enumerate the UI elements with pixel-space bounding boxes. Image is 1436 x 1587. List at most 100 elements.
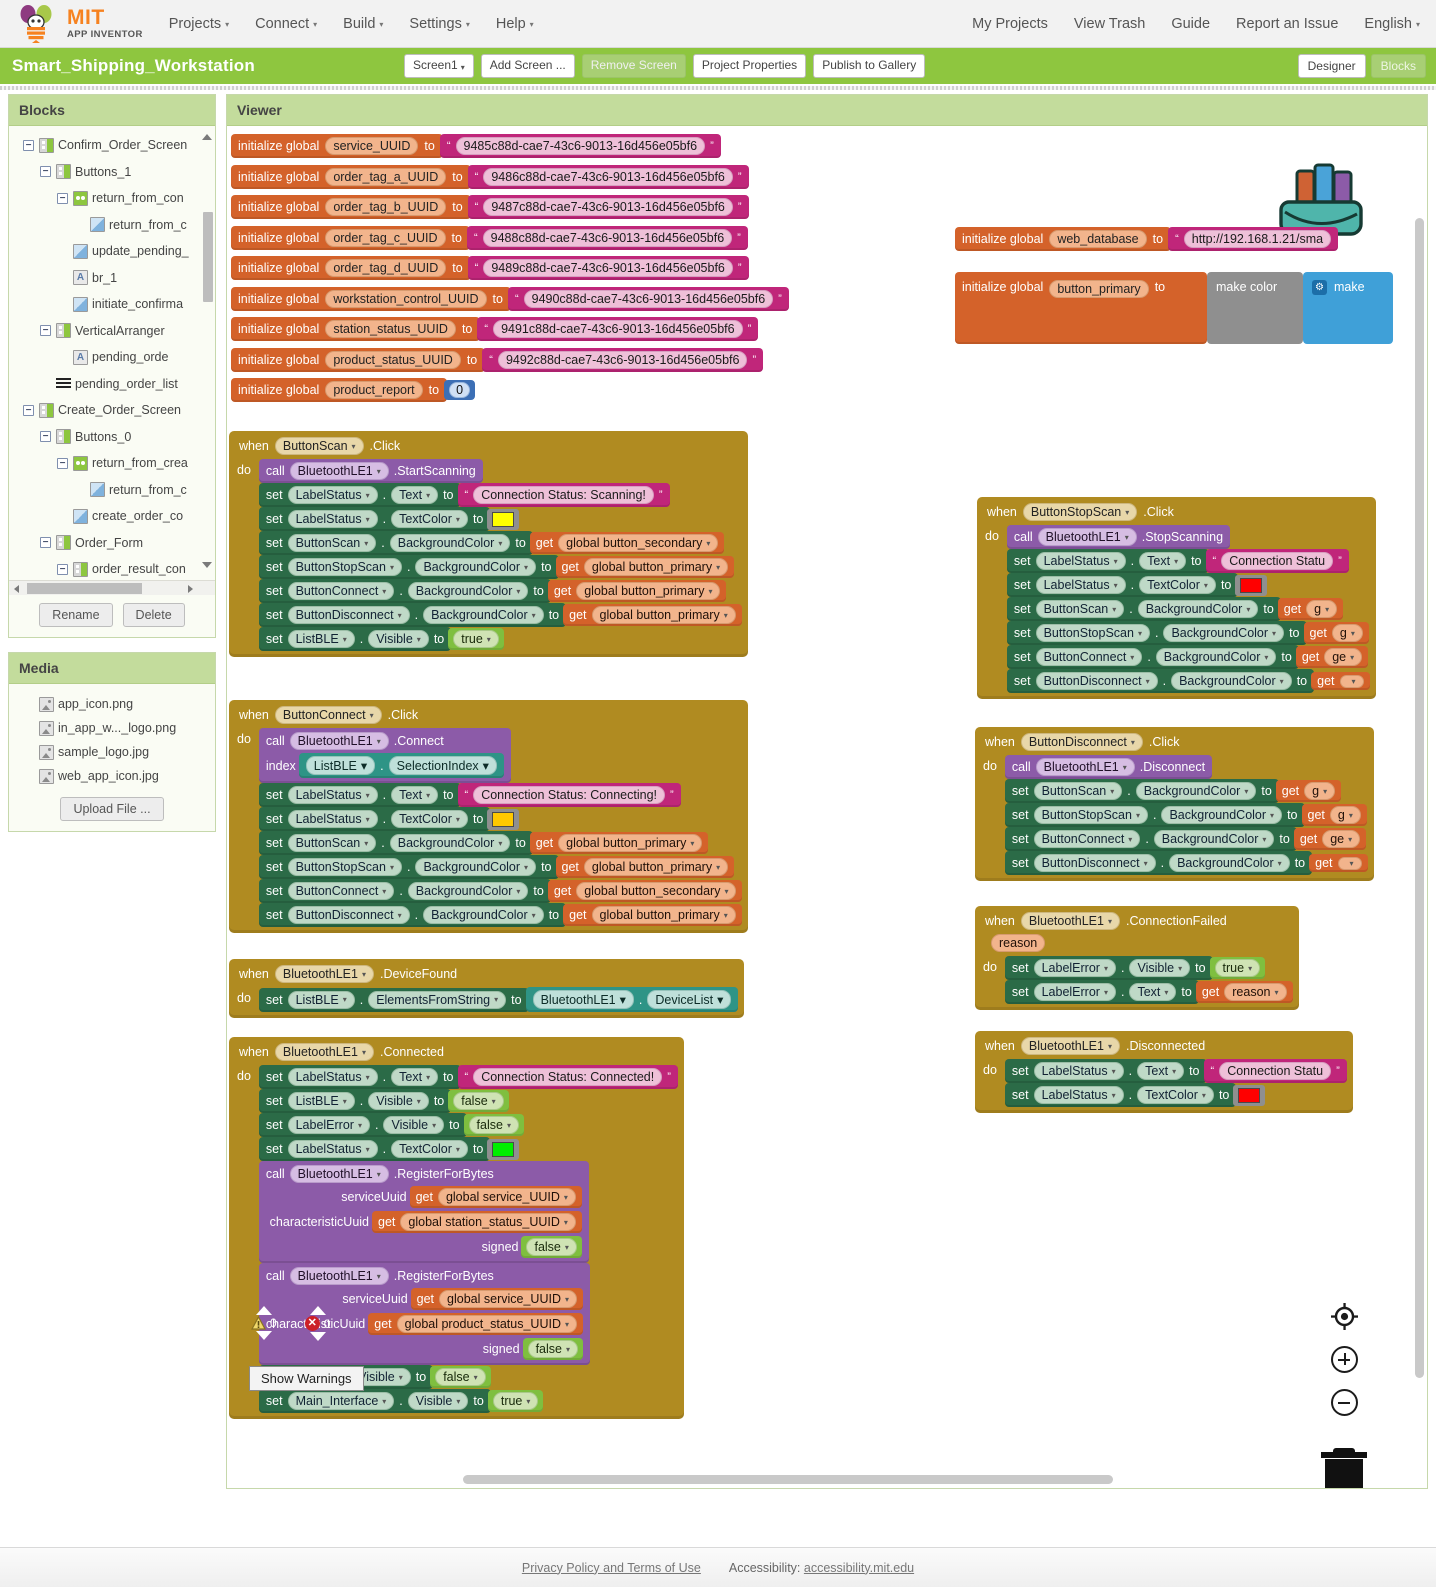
component-field[interactable]: LabelStatus ▾ xyxy=(287,1068,378,1086)
link-my-projects[interactable]: My Projects xyxy=(972,16,1048,32)
variable-name-field[interactable]: product_report xyxy=(325,381,423,399)
tree-hscroll-thumb[interactable] xyxy=(27,583,142,594)
tree-node[interactable]: − Buttons_1 xyxy=(9,159,215,186)
when-buttonconnect-click-block[interactable]: when ButtonConnect ▾ .Click do call BluetoothL… xyxy=(229,700,749,933)
tree-scroll-thumb[interactable] xyxy=(203,212,213,302)
boolean-field[interactable]: false ▾ xyxy=(527,1340,578,1358)
call-block[interactable]: call BluetoothLE1 ▾ .Connect index ListBLE ▾. S… xyxy=(258,728,511,783)
boolean-field[interactable]: true ▾ xyxy=(1214,959,1261,977)
tree-node[interactable]: − Buttons_0 xyxy=(9,424,215,451)
component-field[interactable]: BluetoothLE1 ▾ xyxy=(289,1165,389,1183)
component-field[interactable]: ButtonStopScan ▾ xyxy=(1035,624,1150,642)
menu-projects[interactable]: Projects ▾ xyxy=(169,16,229,32)
set-block[interactable]: set ButtonConnect ▾. BackgroundColor ▾ to xyxy=(258,879,551,903)
menu-build[interactable]: Build ▾ xyxy=(343,16,383,32)
property-field[interactable]: Text ▾ xyxy=(391,786,439,804)
property-field[interactable]: TextColor ▾ xyxy=(391,1140,468,1158)
scroll-down-icon[interactable] xyxy=(255,1331,272,1340)
set-block[interactable]: set ButtonScan ▾. BackgroundColor ▾ to xyxy=(258,531,533,555)
when-connected-block[interactable]: when BluetoothLE1 ▾ .Connected do set LabelSta… xyxy=(229,1037,684,1419)
property-field[interactable]: Visible ▾ xyxy=(383,1116,445,1134)
set-block[interactable]: set LabelStatus ▾. TextColor ▾ to xyxy=(1006,573,1239,597)
tree-node[interactable]: − VerticalArranger xyxy=(9,318,215,345)
component-field[interactable]: ButtonConnect ▾ xyxy=(274,706,382,724)
get-block[interactable]: get global service_UUID ▾ xyxy=(410,1288,583,1310)
color-swatch[interactable] xyxy=(1238,1087,1261,1103)
variable-field[interactable]: g ▾ xyxy=(1331,624,1363,642)
when-buttonstopscan-click-block[interactable]: when ButtonStopScan ▾ .Click do call Bluetooth… xyxy=(977,497,1376,699)
logic-block[interactable]: false ▾ xyxy=(463,1114,524,1136)
tree-node[interactable]: − return_from_con xyxy=(9,185,215,212)
property-field[interactable]: TextColor ▾ xyxy=(391,810,468,828)
property-field[interactable]: BackgroundColor ▾ xyxy=(423,606,544,624)
component-field[interactable]: LabelStatus ▾ xyxy=(287,1140,378,1158)
property-field[interactable]: BackgroundColor ▾ xyxy=(1155,648,1277,666)
variable-field[interactable]: global button_primary ▾ xyxy=(583,558,729,576)
component-field[interactable]: ButtonScan ▾ xyxy=(287,834,377,852)
initialize-global-block[interactable]: initialize global product_status_UUID to xyxy=(231,347,486,372)
variable-field[interactable]: ▾ xyxy=(1337,856,1362,870)
variable-name-field[interactable]: workstation_control_UUID xyxy=(325,289,487,308)
variable-name-field[interactable]: web_database xyxy=(1049,230,1147,248)
tree-node[interactable]: return_from_c xyxy=(9,212,215,239)
when-buttondisconnect-click-block[interactable]: when ButtonDisconnect ▾ .Click do call Bluetoo… xyxy=(975,727,1374,881)
set-block[interactable]: set ButtonDisconnect ▾. BackgroundColor ▾ to xyxy=(258,903,567,927)
boolean-field[interactable]: false ▾ xyxy=(468,1116,519,1134)
scroll-down-icon[interactable] xyxy=(202,562,212,568)
zoom-in-button[interactable] xyxy=(1331,1346,1358,1373)
tree-collapse-toggle[interactable]: − xyxy=(57,457,68,469)
get-block[interactable]: get ge ▾ xyxy=(1295,646,1369,668)
component-field[interactable]: ButtonConnect ▾ xyxy=(287,882,395,900)
set-block[interactable]: set ButtonScan ▾. BackgroundColor ▾ to xyxy=(1004,779,1279,803)
get-block[interactable]: get g ▾ xyxy=(1277,598,1344,620)
component-field[interactable]: ButtonConnect ▾ xyxy=(287,582,395,600)
component-field[interactable]: BluetoothLE1 ▾ xyxy=(532,990,634,1009)
property-field[interactable]: BackgroundColor ▾ xyxy=(1153,830,1275,848)
property-field[interactable]: ElementsFromString ▾ xyxy=(368,990,507,1009)
property-field[interactable]: BackgroundColor ▾ xyxy=(389,834,511,852)
component-field[interactable]: LabelError ▾ xyxy=(287,1116,370,1134)
component-field[interactable]: ListBLE ▾ xyxy=(287,1092,355,1110)
tree-node[interactable]: − Create_Order_Screen xyxy=(9,397,215,424)
accessibility-link[interactable]: accessibility.mit.edu xyxy=(804,1561,914,1575)
variable-field[interactable]: global button_primary ▾ xyxy=(576,582,721,600)
component-field[interactable]: ButtonStopScan ▾ xyxy=(287,858,402,876)
set-block[interactable]: set LabelStatus ▾. TextColor ▾ to xyxy=(1004,1083,1237,1107)
variable-field[interactable]: global button_primary ▾ xyxy=(591,906,736,924)
get-block[interactable]: get ▾ xyxy=(1311,672,1370,690)
get-block[interactable]: get reason ▾ xyxy=(1195,981,1293,1003)
component-field[interactable]: LabelStatus ▾ xyxy=(287,486,378,504)
property-field[interactable]: TextColor ▾ xyxy=(1137,1086,1214,1104)
component-field[interactable]: ButtonConnect ▾ xyxy=(1033,830,1141,848)
tree-collapse-toggle[interactable]: − xyxy=(40,537,51,549)
tree-node[interactable]: return_from_c xyxy=(9,477,215,504)
tree-collapse-toggle[interactable]: − xyxy=(57,192,68,204)
add-screen-button[interactable]: Add Screen ... xyxy=(480,54,575,78)
get-block[interactable]: get g ▾ xyxy=(1275,780,1342,802)
set-block[interactable]: set ButtonConnect ▾. BackgroundColor ▾ to xyxy=(1006,645,1299,669)
variable-name-field[interactable]: order_tag_c_UUID xyxy=(325,228,446,247)
set-block[interactable]: set LabelStatus ▾. Text ▾ to xyxy=(258,1065,461,1089)
language-selector[interactable]: English ▾ xyxy=(1364,16,1420,32)
component-field[interactable]: Main_Interface ▾ xyxy=(287,1392,395,1410)
variable-field[interactable]: g ▾ xyxy=(1306,600,1338,618)
make-color-block[interactable]: make color xyxy=(1207,272,1303,344)
tree-vertical-scrollbar[interactable] xyxy=(203,130,213,576)
variable-name-field[interactable]: product_status_UUID xyxy=(325,350,461,369)
component-field[interactable]: BluetoothLE1 ▾ xyxy=(1037,528,1137,546)
designer-toggle-button[interactable]: Designer xyxy=(1297,54,1366,78)
set-block[interactable]: set ButtonDisconnect ▾. BackgroundColor ▾ to xyxy=(1006,669,1315,693)
show-warnings-button[interactable]: Show Warnings xyxy=(249,1366,364,1391)
property-field[interactable]: BackgroundColor ▾ xyxy=(1135,782,1257,800)
tree-horizontal-scrollbar[interactable] xyxy=(9,580,215,595)
color-swatch[interactable] xyxy=(492,1141,515,1157)
component-field[interactable]: ButtonStopScan ▾ xyxy=(287,558,402,576)
get-block[interactable]: get global product_status_UUID ▾ xyxy=(368,1313,583,1335)
component-field[interactable]: ButtonDisconnect ▾ xyxy=(1035,672,1158,690)
media-file-item[interactable]: in_app_w..._logo.png xyxy=(9,716,215,740)
text-string-block[interactable]: “ 9492c88d-cae7-43c6-9013-16d456e05bf6 ” xyxy=(482,347,764,372)
get-block[interactable]: get global service_UUID ▾ xyxy=(409,1186,582,1208)
component-field[interactable]: ButtonDisconnect ▾ xyxy=(1020,733,1143,751)
tree-node[interactable]: initiate_confirma xyxy=(9,291,215,318)
text-string-block[interactable]: “ 9489c88d-cae7-43c6-9013-16d456e05bf6 ” xyxy=(467,256,749,280)
